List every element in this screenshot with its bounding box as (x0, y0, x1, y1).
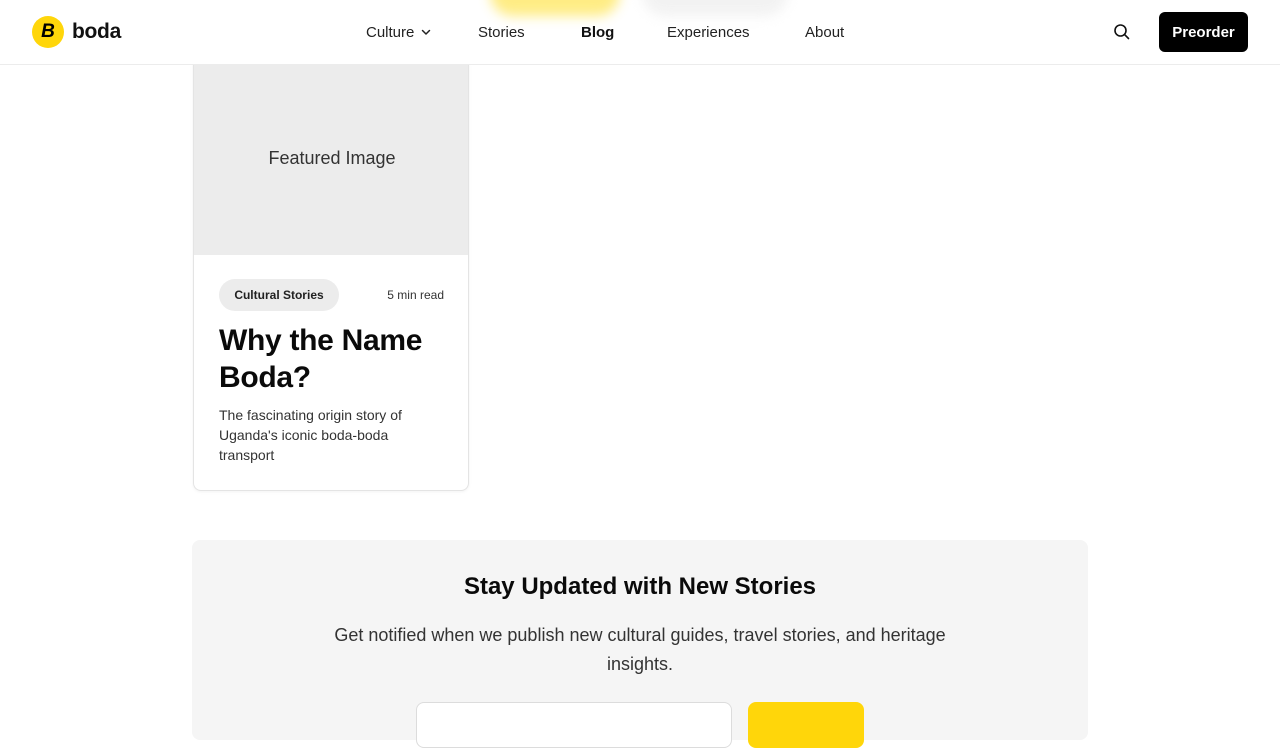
newsletter-subtitle: Get notified when we publish new cultura… (334, 625, 946, 674)
category-badge: Cultural Stories (219, 279, 339, 311)
post-description: The fascinating origin story of Uganda's… (219, 407, 402, 463)
newsletter-section: Stay Updated with New Stories Get notifi… (192, 540, 1088, 748)
decorative-blob (642, 0, 788, 16)
email-field[interactable] (416, 702, 732, 748)
preorder-button[interactable]: Preorder (1159, 12, 1248, 52)
search-button[interactable] (1112, 22, 1132, 42)
nav-item-blog[interactable]: Blog (581, 22, 614, 42)
nav-item-label: Culture (366, 23, 415, 41)
logo-text: boda (72, 20, 121, 43)
featured-image-label: Featured Image (268, 148, 396, 168)
nav-item-culture[interactable]: Culture (366, 22, 432, 42)
subscribe-button[interactable] (748, 702, 864, 748)
logo-badge: B (32, 16, 64, 48)
nav-item-stories[interactable]: Stories (478, 22, 525, 42)
decorative-blob (490, 0, 620, 16)
read-time: 5 min read (387, 288, 444, 302)
site-header: B boda Culture Stories Blog Experiences … (0, 0, 1280, 65)
nav-item-experiences[interactable]: Experiences (667, 22, 750, 42)
newsletter-title: Stay Updated with New Stories (463, 573, 817, 600)
post-title[interactable]: Why the Name Boda? (219, 322, 459, 396)
featured-image-placeholder: Featured Image (194, 62, 468, 255)
search-icon (1114, 24, 1130, 40)
logo-link[interactable]: B boda (32, 16, 121, 48)
blog-post-card[interactable]: Featured Image Cultural Stories 5 min re… (193, 62, 469, 491)
nav-item-about[interactable]: About (805, 22, 844, 42)
chevron-down-icon (422, 29, 431, 35)
